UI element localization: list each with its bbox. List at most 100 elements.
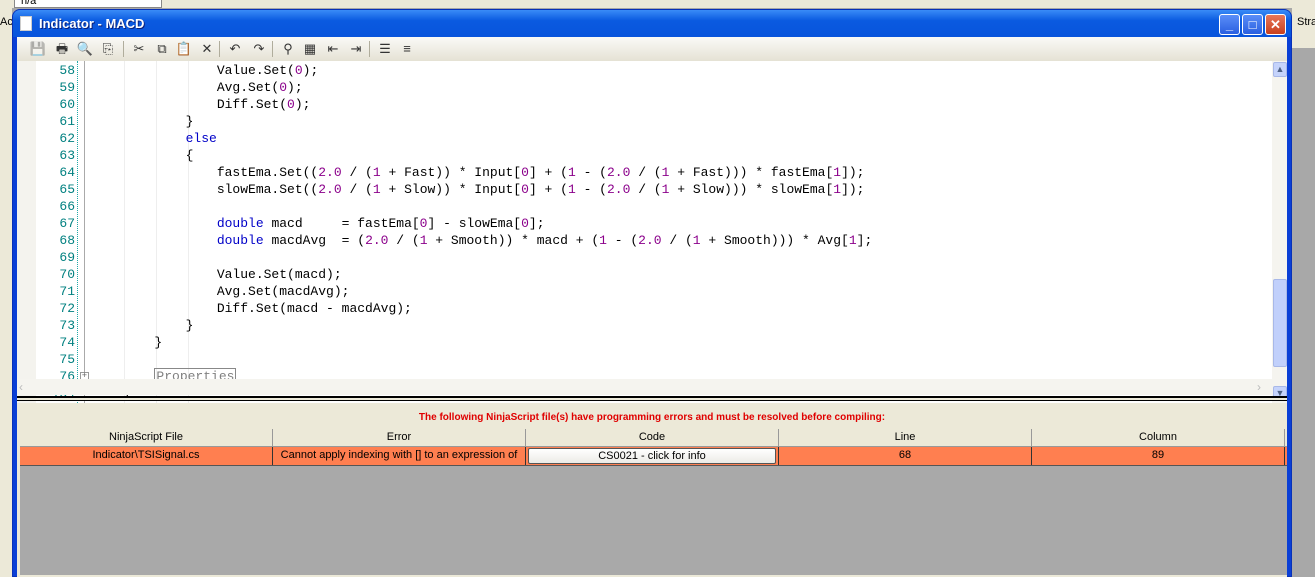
save-icon[interactable]: 💾 [29, 40, 47, 58]
code-line[interactable]: 62 else [17, 130, 1272, 147]
code-token: ]); [841, 182, 865, 197]
error-row[interactable]: Indicator\TSISignal.cs Cannot apply inde… [20, 447, 1287, 466]
scroll-thumb[interactable] [1273, 279, 1287, 367]
number-token: 1 [599, 233, 607, 248]
error-message: The following NinjaScript file(s) have p… [418, 412, 886, 423]
code-line[interactable]: 68 double macdAvg = (2.0 / (1 + Smooth))… [17, 232, 1272, 249]
horizontal-scrollbar[interactable]: ‹ › [17, 379, 1272, 395]
code-token: / ( [341, 182, 373, 197]
comment-icon[interactable]: ☰ [376, 40, 394, 58]
code-line[interactable]: 74 } [17, 334, 1272, 351]
line-number: 69 [59, 250, 75, 265]
code-token: Avg.Set( [92, 80, 280, 95]
cut-icon[interactable]: ✂ [130, 40, 148, 58]
error-description: Cannot apply indexing with [] to an expr… [273, 447, 526, 465]
code-text: Avg.Set(0); [92, 79, 303, 96]
code-editor[interactable]: 58 Value.Set(0); 59 Avg.Set(0); 60 Diff.Se… [17, 61, 1287, 403]
window-title: Indicator - MACD [39, 16, 145, 31]
scroll-left-button[interactable]: ‹ [19, 380, 23, 394]
error-grid: NinjaScript File Error Code Line Column … [20, 429, 1287, 575]
code-line[interactable]: 70 Value.Set(macd); [17, 266, 1272, 283]
undo-icon[interactable]: ↶ [226, 40, 244, 58]
code-line[interactable]: 71 Avg.Set(macdAvg); [17, 283, 1272, 300]
code-line[interactable]: 61 } [17, 113, 1272, 130]
line-number: 63 [59, 148, 75, 163]
code-text: Diff.Set(macd - macdAvg); [92, 300, 412, 317]
code-token: ] + ( [528, 165, 568, 180]
print-icon[interactable]: 🖶 [53, 40, 71, 58]
code-token: Value.Set( [92, 63, 295, 78]
code-line[interactable]: 59 Avg.Set(0); [17, 79, 1272, 96]
code-text: double macd = fastEma[0] - slowEma[0]; [92, 215, 545, 232]
code-line[interactable]: 60 Diff.Set(0); [17, 96, 1272, 113]
code-token: / ( [630, 182, 662, 197]
replace-icon[interactable]: ▦ [301, 40, 319, 58]
line-number: 65 [59, 182, 75, 197]
number-token: 1 [848, 233, 857, 248]
title-bar[interactable]: Indicator - MACD _ □ ✕ [13, 10, 1291, 37]
code-line[interactable]: 67 double macd = fastEma[0] - slowEma[0]… [17, 215, 1272, 232]
code-text: { [92, 147, 194, 164]
print-preview-icon[interactable]: 🔍 [76, 40, 94, 58]
line-number: 58 [59, 63, 75, 78]
copy-icon[interactable]: ⧉ [153, 40, 171, 58]
column-header-line[interactable]: Line [779, 429, 1032, 446]
number-token: 1 [372, 165, 381, 180]
indent-icon[interactable]: ⇥ [347, 40, 365, 58]
code-text: else [92, 130, 217, 147]
code-line[interactable]: 66 [17, 198, 1272, 215]
code-text: slowEma.Set((2.0 / (1 + Slow)) * Input[0… [92, 181, 865, 198]
number-token: 2.0 [318, 182, 342, 197]
column-header-file[interactable]: NinjaScript File [20, 429, 273, 446]
maximize-button[interactable]: □ [1242, 14, 1263, 35]
code-line[interactable]: 73 } [17, 317, 1272, 334]
column-header-error[interactable]: Error [273, 429, 526, 446]
error-code-button[interactable]: CS0021 - click for info [528, 448, 776, 464]
number-token: 0 [279, 80, 288, 95]
code-line[interactable]: 69 [17, 249, 1272, 266]
indicator-window: Indicator - MACD _ □ ✕ 💾 🖶 🔍 ⎘ ✂ ⧉ 📋 ✕ ↶ ↷ ⚲ ▦ ⇤ ⇥ ☰ ≡ … [12, 9, 1292, 577]
column-header-column[interactable]: Column [1032, 429, 1285, 446]
code-line[interactable]: 72 Diff.Set(macd - macdAvg); [17, 300, 1272, 317]
code-token: + Smooth)) * macd + ( [427, 233, 600, 248]
code-token: + Smooth))) * Avg[ [700, 233, 849, 248]
delete-icon[interactable]: ✕ [198, 40, 216, 58]
code-line[interactable]: 75 [17, 351, 1272, 368]
code-line[interactable]: 63 { [17, 147, 1272, 164]
background-right-label: Stra [1297, 16, 1315, 28]
paste-icon[interactable]: 📋 [175, 40, 193, 58]
code-token: ]); [841, 165, 865, 180]
number-token: 0 [521, 182, 529, 197]
background-tab[interactable]: n/a [14, 0, 162, 8]
code-line[interactable]: 65 slowEma.Set((2.0 / (1 + Slow)) * Inpu… [17, 181, 1272, 198]
vertical-scrollbar[interactable]: ▲ ▼ [1272, 61, 1287, 403]
line-number: 71 [59, 284, 75, 299]
code-token: - ( [606, 233, 639, 248]
toolbar-separator [272, 41, 273, 57]
close-button[interactable]: ✕ [1265, 14, 1286, 35]
outdent-icon[interactable]: ⇤ [324, 40, 342, 58]
code-line[interactable]: 64 fastEma.Set((2.0 / (1 + Fast)) * Inpu… [17, 164, 1272, 181]
code-token: ] + ( [528, 182, 568, 197]
code-text: fastEma.Set((2.0 / (1 + Fast)) * Input[0… [92, 164, 865, 181]
column-header-code[interactable]: Code [526, 429, 779, 446]
find-icon[interactable]: ⚲ [279, 40, 297, 58]
scroll-up-button[interactable]: ▲ [1273, 62, 1287, 77]
line-number: 59 [59, 80, 75, 95]
line-number: 72 [59, 301, 75, 316]
code-token: Diff.Set( [92, 97, 288, 112]
uncomment-icon[interactable]: ≡ [398, 40, 416, 58]
number-token: 1 [833, 182, 842, 197]
number-token: 2.0 [606, 182, 631, 197]
code-token: } [92, 114, 194, 129]
scroll-right-button[interactable]: › [1257, 380, 1261, 394]
code-token: Diff.Set(macd - macdAvg); [92, 301, 412, 316]
redo-icon[interactable]: ↷ [250, 40, 268, 58]
code-text: Diff.Set(0); [92, 96, 311, 113]
minimize-button[interactable]: _ [1219, 14, 1240, 35]
code-token: + Fast)) * Input[ [380, 165, 522, 180]
panel-splitter[interactable] [17, 396, 1287, 401]
code-line[interactable]: 58 Value.Set(0); [17, 62, 1272, 79]
properties-icon[interactable]: ⎘ [99, 40, 117, 58]
background-right-panel [1292, 8, 1315, 48]
